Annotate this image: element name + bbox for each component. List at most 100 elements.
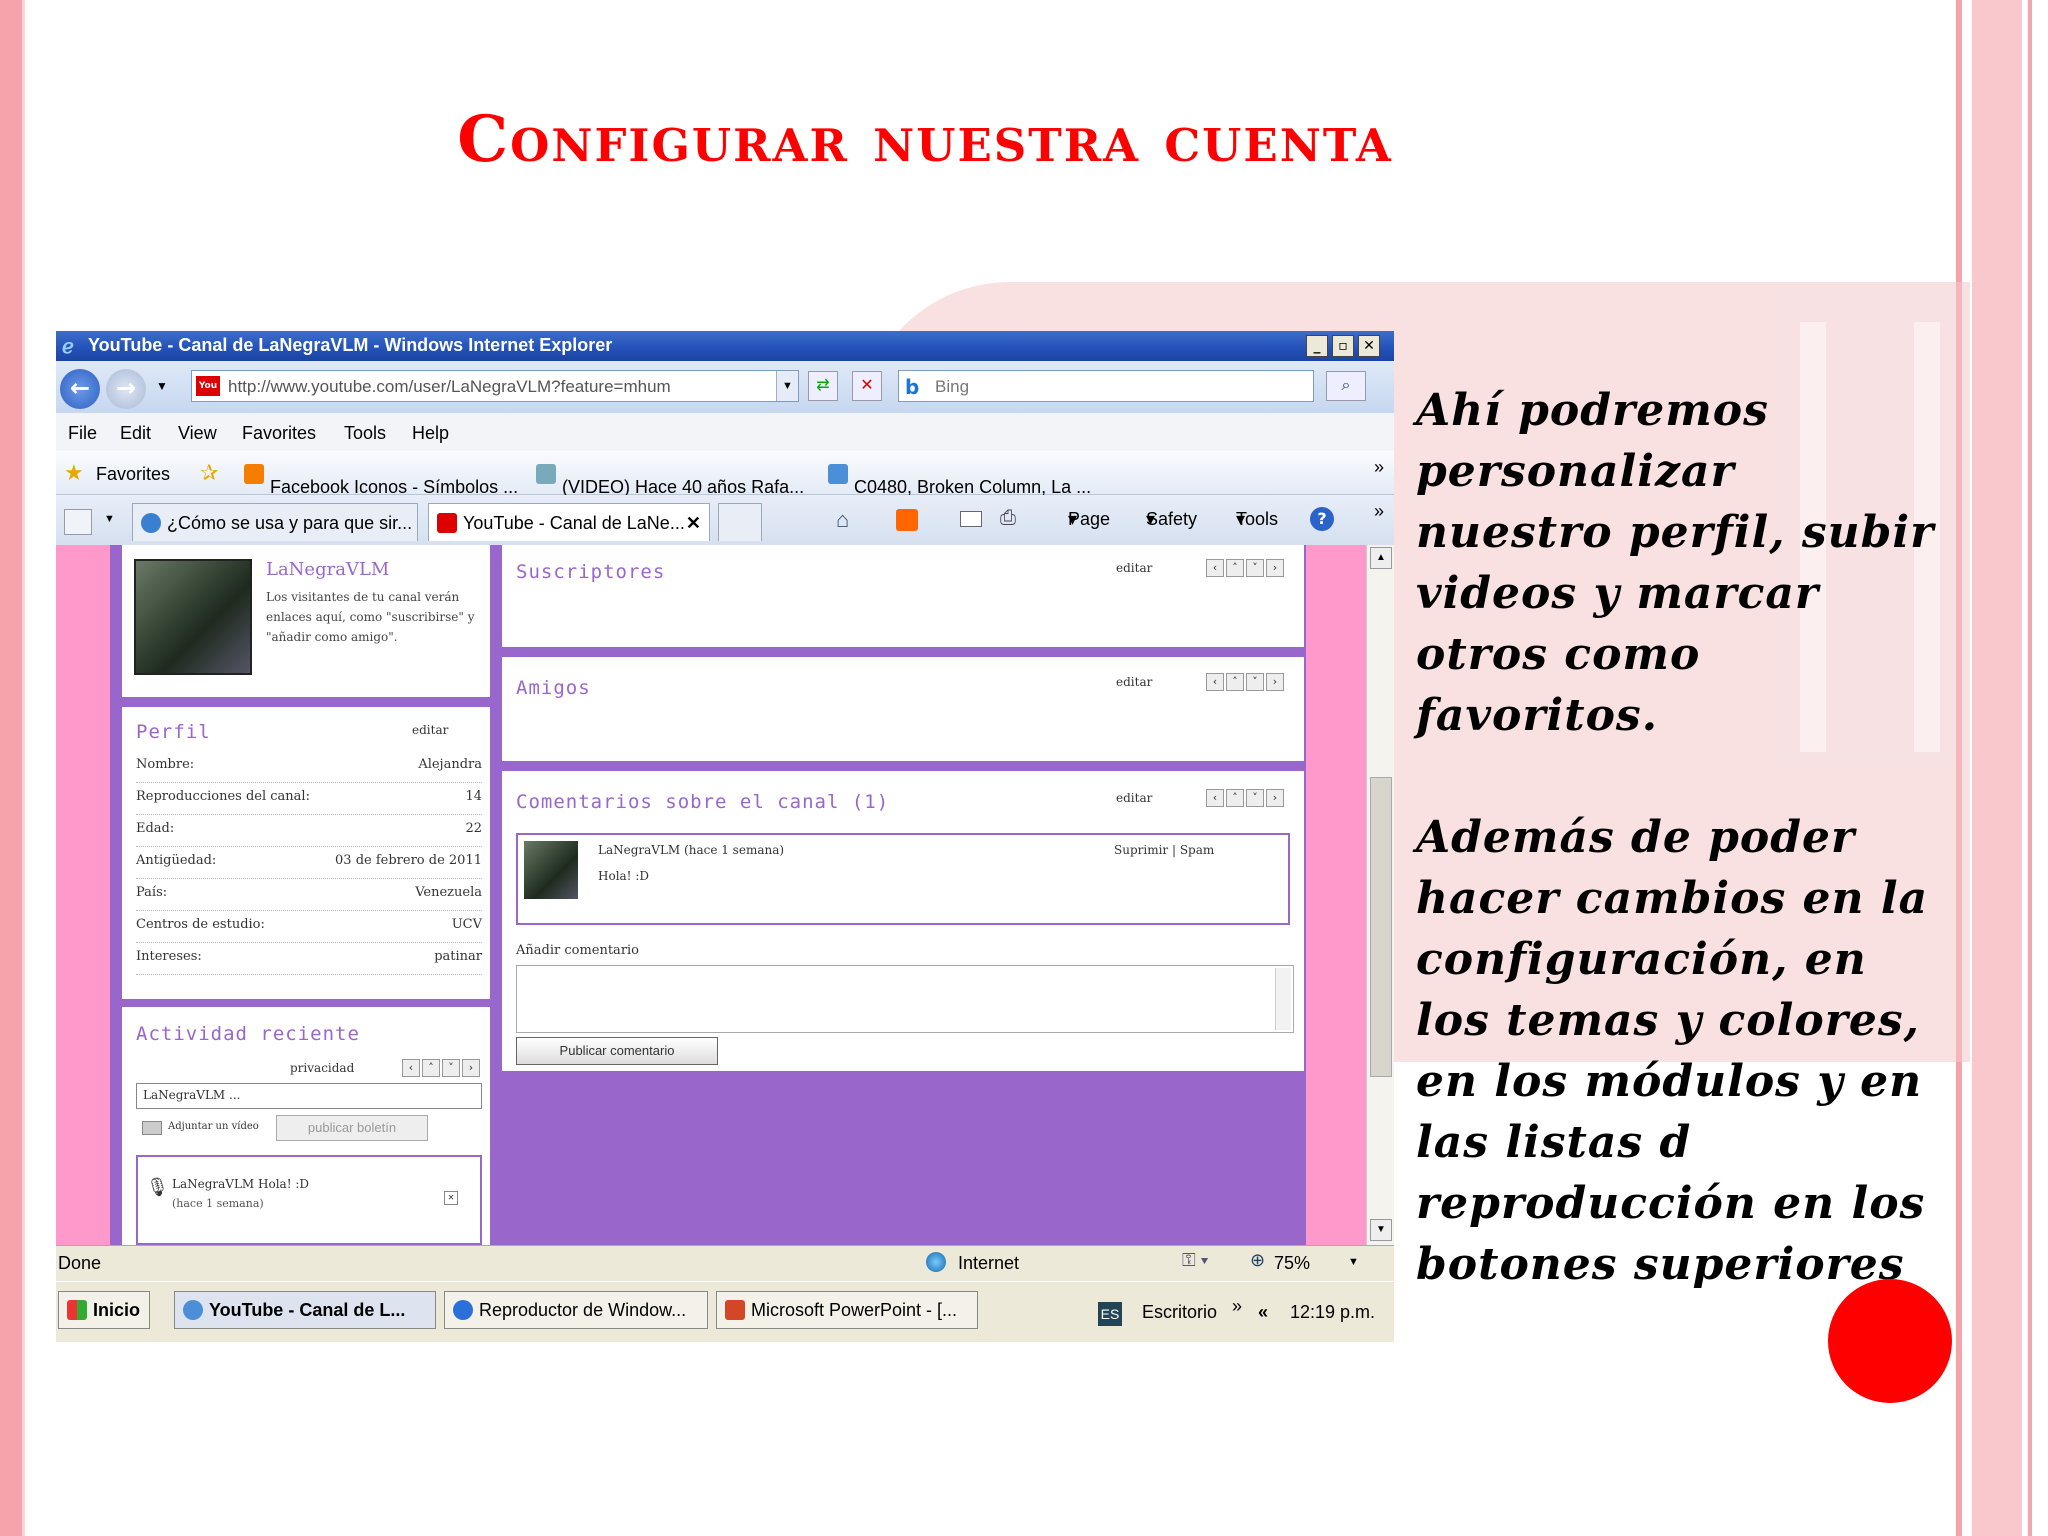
close-button[interactable]: ✕ bbox=[1358, 335, 1380, 357]
feeds-icon[interactable] bbox=[896, 509, 918, 531]
subscribers-edit-link[interactable]: editar bbox=[1116, 561, 1152, 575]
menu-favorites[interactable]: Favorites bbox=[242, 423, 316, 444]
comments-edit-link[interactable]: editar bbox=[1116, 791, 1152, 805]
video-icon bbox=[142, 1121, 162, 1135]
tab-list-dropdown-icon[interactable]: ▼ bbox=[104, 513, 115, 525]
user-name[interactable]: LaNegraVLM bbox=[266, 559, 389, 580]
delete-activity-icon[interactable]: ✕ bbox=[444, 1191, 458, 1205]
tray-expand-icon[interactable]: « bbox=[1258, 1302, 1268, 1323]
comment-textarea[interactable] bbox=[516, 965, 1294, 1033]
publish-bulletin-button[interactable]: publicar boletín bbox=[276, 1115, 428, 1141]
profile-edit-link[interactable]: editar bbox=[412, 723, 448, 737]
address-input[interactable]: You http://www.youtube.com/user/LaNegraV… bbox=[191, 370, 799, 402]
back-button[interactable]: ← bbox=[60, 369, 100, 409]
activity-panel: Actividad reciente privacidad ‹ ˄ ˅ › LaNeg… bbox=[122, 1007, 490, 1245]
task-powerpoint[interactable]: Microsoft PowerPoint - [... bbox=[716, 1291, 978, 1329]
menu-edit[interactable]: Edit bbox=[120, 423, 151, 444]
task-youtube[interactable]: YouTube - Canal de L... bbox=[174, 1291, 436, 1329]
menu-tools[interactable]: Tools bbox=[344, 423, 386, 444]
restore-button[interactable]: ▫ bbox=[1332, 335, 1354, 357]
friends-edit-link[interactable]: editar bbox=[1116, 675, 1152, 689]
activity-module-controls[interactable]: ‹ ˄ ˅ › bbox=[402, 1059, 482, 1077]
activity-item-text: LaNegraVLM Hola! :D bbox=[172, 1177, 310, 1191]
menu-view[interactable]: View bbox=[178, 423, 217, 444]
profile-row: País: Venezuela bbox=[136, 885, 482, 911]
menu-file[interactable]: File bbox=[68, 423, 97, 444]
search-input[interactable]: b Bing bbox=[898, 370, 1314, 402]
tab-youtube-active[interactable]: YouTube - Canal de LaNe... ✕ bbox=[428, 503, 710, 541]
page-icon bbox=[536, 464, 556, 484]
protected-mode-icon[interactable]: ⚿ ▾ bbox=[1182, 1250, 1208, 1271]
ar-icon bbox=[141, 513, 161, 533]
minimize-button[interactable]: _ bbox=[1306, 335, 1328, 357]
textarea-scrollbar[interactable] bbox=[1275, 968, 1291, 1030]
safety-menu[interactable]: Safety ▾ bbox=[1146, 509, 1197, 530]
friends-module-controls[interactable]: ‹ ˄ ˅ › bbox=[1206, 673, 1286, 691]
page-scrollbar[interactable]: ▲ ▼ bbox=[1366, 545, 1394, 1245]
home-icon[interactable]: ⌂ bbox=[836, 507, 849, 533]
tabbar-chevron[interactable]: » bbox=[1374, 501, 1384, 522]
activity-input[interactable]: LaNegraVLM ... bbox=[136, 1083, 482, 1109]
url-dropdown-icon[interactable]: ▼ bbox=[776, 371, 798, 401]
zone-text: Internet bbox=[958, 1253, 1020, 1273]
attach-video-link[interactable]: Adjuntar un vídeo bbox=[168, 1121, 259, 1132]
language-indicator[interactable]: ES bbox=[1098, 1302, 1122, 1326]
profile-panel: Perfil editar Nombre: Alejandra Reproducc… bbox=[122, 707, 490, 999]
clock: 12:19 p.m. bbox=[1290, 1302, 1376, 1322]
add-favorite-icon[interactable]: ✰ bbox=[200, 460, 218, 486]
subscribers-panel: Suscriptores editar ‹ ˄ ˅ › bbox=[502, 545, 1304, 647]
scroll-up-icon[interactable]: ▲ bbox=[1370, 547, 1392, 569]
publish-comment-button[interactable]: Publicar comentario bbox=[516, 1037, 718, 1065]
fav-link-1[interactable]: Facebook Iconos - Símbolos ... bbox=[244, 464, 518, 497]
scroll-thumb[interactable] bbox=[1370, 777, 1392, 1077]
comment-avatar[interactable] bbox=[524, 841, 578, 899]
fav-link-2[interactable]: (VIDEO) Hace 40 años Rafa... bbox=[536, 464, 804, 497]
profile-title: Perfil bbox=[136, 721, 211, 743]
subscribers-module-controls[interactable]: ‹ ˄ ˅ › bbox=[1206, 559, 1286, 577]
slide-title: Configurar nuestra cuenta bbox=[457, 102, 1393, 177]
profile-row: Centros de estudio: UCV bbox=[136, 917, 482, 943]
search-placeholder: Bing bbox=[935, 377, 970, 396]
profile-row: Antigüedad: 03 de febrero de 2011 bbox=[136, 853, 482, 879]
read-mail-icon[interactable] bbox=[960, 511, 982, 527]
privacy-link[interactable]: privacidad bbox=[290, 1061, 354, 1075]
comments-module-controls[interactable]: ‹ ˄ ˅ › bbox=[1206, 789, 1286, 807]
left-border-stripe bbox=[0, 0, 22, 1536]
user-avatar[interactable] bbox=[134, 559, 252, 675]
quick-tabs-icon[interactable] bbox=[64, 509, 92, 535]
task-media-player[interactable]: Reproductor de Window... bbox=[444, 1291, 708, 1329]
favbar-chevron[interactable]: » bbox=[1374, 457, 1384, 478]
menu-help[interactable]: Help bbox=[412, 423, 449, 444]
favorites-button[interactable]: Favorites bbox=[96, 464, 170, 485]
comment-actions[interactable]: Suprimir | Spam bbox=[1114, 843, 1214, 857]
new-tab[interactable] bbox=[718, 503, 762, 541]
friends-title: Amigos bbox=[516, 677, 591, 699]
refresh-icon[interactable]: ⇄ bbox=[808, 371, 838, 401]
toolbar-chevron[interactable]: » bbox=[1232, 1296, 1242, 1317]
search-icon[interactable]: ⌕ bbox=[1326, 371, 1366, 401]
fav-link-3[interactable]: C0480, Broken Column, La ... bbox=[828, 464, 1091, 497]
menu-bar: File Edit View Favorites Tools Help bbox=[56, 413, 1394, 451]
history-dropdown-icon[interactable]: ▼ bbox=[156, 379, 168, 393]
print-icon[interactable]: ⎙ bbox=[1000, 507, 1016, 530]
desktop-toolbar[interactable]: Escritorio bbox=[1142, 1302, 1217, 1323]
tools-menu[interactable]: Tools ▾ bbox=[1236, 509, 1278, 530]
zoom-icon[interactable]: ⊕ bbox=[1250, 1250, 1265, 1271]
comments-title: Comentarios sobre el canal (1) bbox=[516, 791, 890, 813]
close-tab-icon[interactable]: ✕ bbox=[686, 513, 701, 534]
comment-author[interactable]: LaNegraVLM (hace 1 semana) bbox=[598, 843, 784, 857]
scroll-down-icon[interactable]: ▼ bbox=[1370, 1219, 1392, 1241]
forward-button[interactable]: → bbox=[106, 369, 146, 409]
address-toolbar: ← → ▼ You http://www.youtube.com/user/La… bbox=[56, 361, 1394, 413]
page-menu[interactable]: Page ▾ bbox=[1068, 509, 1110, 530]
start-button[interactable]: Inicio bbox=[58, 1291, 150, 1329]
help-icon[interactable]: ? bbox=[1310, 507, 1334, 531]
ie-icon bbox=[183, 1300, 203, 1320]
zoom-level[interactable]: 75% bbox=[1274, 1253, 1310, 1274]
powerpoint-icon bbox=[725, 1300, 745, 1320]
zoom-dropdown-icon[interactable]: ▼ bbox=[1348, 1256, 1359, 1268]
profile-row: Reproducciones del canal: 14 bbox=[136, 789, 482, 815]
tab-como-se-usa[interactable]: ¿Cómo se usa y para que sir... bbox=[132, 503, 418, 541]
windows-logo-icon bbox=[67, 1300, 87, 1320]
stop-icon[interactable]: ✕ bbox=[852, 371, 882, 401]
